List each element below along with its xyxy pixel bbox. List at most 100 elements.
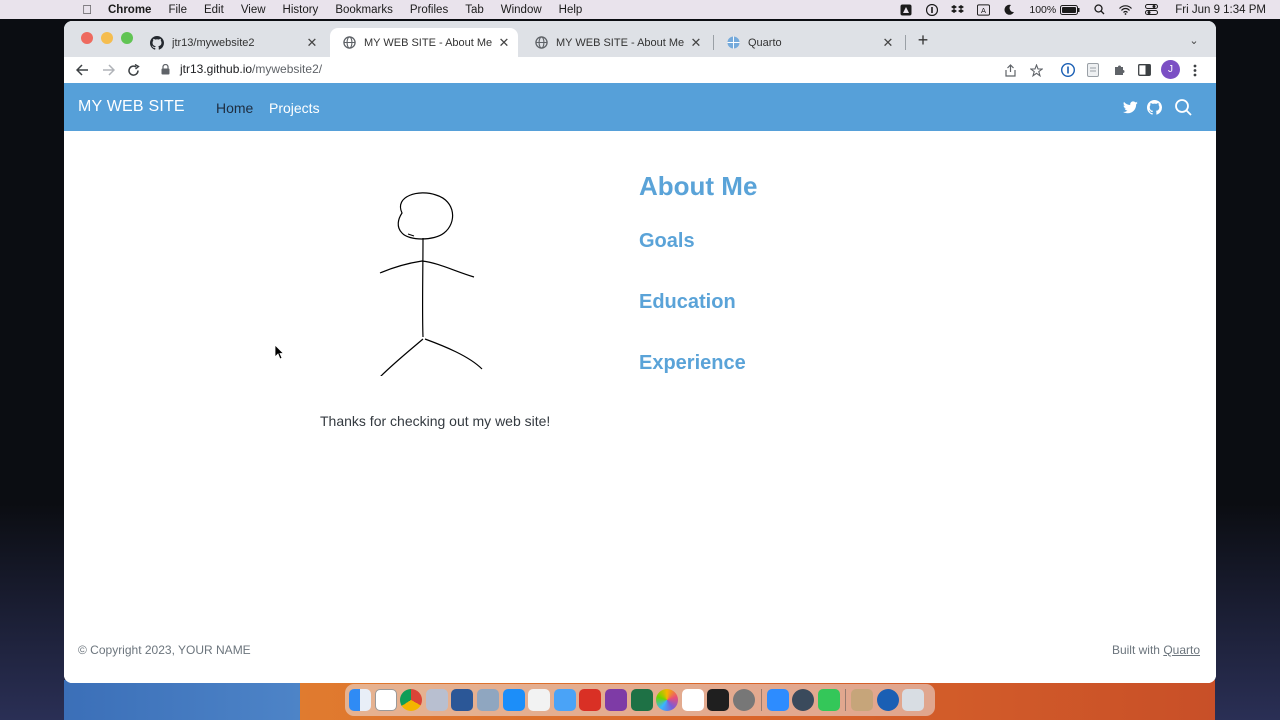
control-center-icon[interactable]: [1145, 3, 1159, 16]
mail-icon[interactable]: [553, 689, 576, 711]
terminal-icon[interactable]: [707, 689, 730, 711]
address-bar[interactable]: jtr13.github.io/mywebsite2/: [152, 57, 1044, 81]
grapher-icon[interactable]: [681, 689, 704, 711]
zoom-window-button[interactable]: [121, 32, 133, 44]
finder-icon[interactable]: [349, 689, 371, 711]
close-tab-icon[interactable]: ✕: [688, 35, 704, 51]
menu-profiles[interactable]: Profiles: [410, 4, 448, 16]
trash-icon[interactable]: [902, 689, 925, 711]
globe-icon: [342, 36, 356, 50]
url-path: /mywebsite2/: [252, 62, 323, 76]
macos-menubar:  Chrome File Edit View History Bookmark…: [0, 0, 1280, 19]
drive-icon[interactable]: [899, 3, 912, 16]
menu-bookmarks[interactable]: Bookmarks: [335, 4, 393, 16]
nav-home-link[interactable]: Home: [216, 100, 253, 116]
nav-projects-link[interactable]: Projects: [269, 100, 320, 116]
url-host: jtr13.github.io: [180, 62, 253, 76]
puzzle-extensions-icon[interactable]: [1110, 61, 1128, 79]
footer-built-prefix: Built with: [1111, 643, 1164, 657]
downloads-icon[interactable]: [851, 689, 874, 711]
messages-icon[interactable]: [817, 689, 840, 711]
onenote-icon[interactable]: [604, 689, 627, 711]
tab-label: MY WEB SITE - About Me: [556, 36, 685, 49]
tab-quarto[interactable]: Quarto ✕: [714, 28, 902, 57]
appstore-icon[interactable]: [502, 689, 525, 711]
dropbox-icon[interactable]: [951, 3, 965, 16]
menubar-clock[interactable]: Fri Jun 9 1:34 PM: [1175, 4, 1266, 16]
github-icon: [150, 35, 164, 50]
onepassword-extension-icon[interactable]: [1059, 61, 1077, 79]
github-icon[interactable]: [1145, 98, 1163, 116]
zoom-icon[interactable]: [766, 689, 789, 711]
site-title-link[interactable]: MY WEB SITE: [78, 98, 185, 116]
1password-icon[interactable]: [876, 689, 899, 711]
settings-icon[interactable]: [732, 689, 755, 711]
stick-figure-drawing: [379, 192, 483, 376]
input-source-icon[interactable]: A: [977, 3, 991, 16]
close-window-button[interactable]: [81, 32, 93, 44]
tab-label: MY WEB SITE - About Me: [364, 36, 493, 49]
battery-percent: 100%: [1029, 3, 1057, 16]
web-page: MY WEB SITE Home Projects Thanks for che…: [64, 83, 1216, 683]
profile-avatar[interactable]: J: [1161, 60, 1180, 79]
twitter-icon[interactable]: [1121, 98, 1139, 116]
search-icon[interactable]: [1174, 98, 1192, 116]
spotlight-icon[interactable]: [1093, 3, 1106, 16]
menu-help[interactable]: Help: [559, 4, 583, 16]
onepassword-tray-icon[interactable]: [925, 3, 938, 16]
moon-icon[interactable]: [1003, 3, 1016, 16]
menu-edit[interactable]: Edit: [204, 4, 224, 16]
menu-view[interactable]: View: [241, 4, 266, 16]
footer-quarto-link[interactable]: Quarto: [1163, 643, 1200, 657]
menu-window[interactable]: Window: [501, 4, 542, 16]
acrobat-icon[interactable]: [579, 689, 602, 711]
quicktime-icon[interactable]: [792, 689, 815, 711]
close-tab-icon[interactable]: ✕: [304, 35, 320, 51]
forward-icon[interactable]: [97, 59, 119, 81]
goals-heading: Goals: [639, 230, 695, 252]
tab-github[interactable]: jtr13/mywebsite2 ✕: [138, 28, 326, 57]
close-tab-icon[interactable]: ✕: [880, 35, 896, 51]
reload-icon[interactable]: [122, 59, 144, 81]
svg-text:A: A: [981, 5, 986, 14]
kebab-menu-icon[interactable]: [1186, 61, 1204, 79]
apple-icon[interactable]: : [80, 2, 94, 17]
footer-copyright: © Copyright 2023, YOUR NAME: [78, 643, 251, 657]
menu-file[interactable]: File: [168, 4, 187, 16]
tab-about-me[interactable]: MY WEB SITE - About Me ✕: [522, 28, 710, 57]
menu-tab[interactable]: Tab: [465, 4, 484, 16]
tab-search-chevron-icon[interactable]: ⌄: [1186, 32, 1202, 48]
bookmark-star-icon[interactable]: [1027, 61, 1045, 79]
scrivener-icon[interactable]: [374, 689, 397, 711]
dock-divider: [845, 689, 847, 711]
menu-app-name[interactable]: Chrome: [108, 4, 151, 16]
tab-about-me-active[interactable]: MY WEB SITE - About Me ✕: [330, 28, 518, 57]
chrome-icon[interactable]: [400, 689, 423, 711]
welcome-caption: Thanks for checking out my web site!: [320, 413, 551, 429]
wifi-icon[interactable]: [1119, 3, 1133, 16]
battery-icon[interactable]: [1060, 3, 1080, 16]
about-me-heading: About Me: [639, 171, 758, 201]
photos-icon[interactable]: [656, 689, 679, 711]
pages-icon[interactable]: [528, 689, 551, 711]
side-panel-icon[interactable]: [1135, 61, 1153, 79]
reader-extension-icon[interactable]: [1084, 61, 1102, 79]
browser-window: jtr13/mywebsite2 ✕ MY WEB SITE - About M…: [64, 21, 1216, 683]
close-tab-icon[interactable]: ✕: [496, 35, 512, 51]
wallpaper-blue-accent: [64, 680, 324, 720]
menu-history[interactable]: History: [283, 4, 319, 16]
excel-icon[interactable]: [630, 689, 653, 711]
lock-icon[interactable]: [158, 63, 172, 75]
back-icon[interactable]: [71, 59, 93, 81]
mouse-cursor-icon: [274, 344, 284, 360]
share-icon[interactable]: [1001, 61, 1019, 79]
new-tab-icon[interactable]: +: [913, 30, 933, 50]
tab-strip: jtr13/mywebsite2 ✕ MY WEB SITE - About M…: [64, 21, 1216, 57]
minimize-window-button[interactable]: [101, 32, 113, 44]
word-icon[interactable]: [451, 689, 474, 711]
menubar-tray: A 100% Fri Jun 9 1:34 PM: [899, 0, 1280, 19]
r-icon[interactable]: [425, 689, 448, 711]
preview-icon[interactable]: [476, 689, 499, 711]
tab-label: jtr13/mywebsite2: [172, 36, 255, 49]
footer-built-with: Built with Quarto: [1112, 643, 1200, 657]
